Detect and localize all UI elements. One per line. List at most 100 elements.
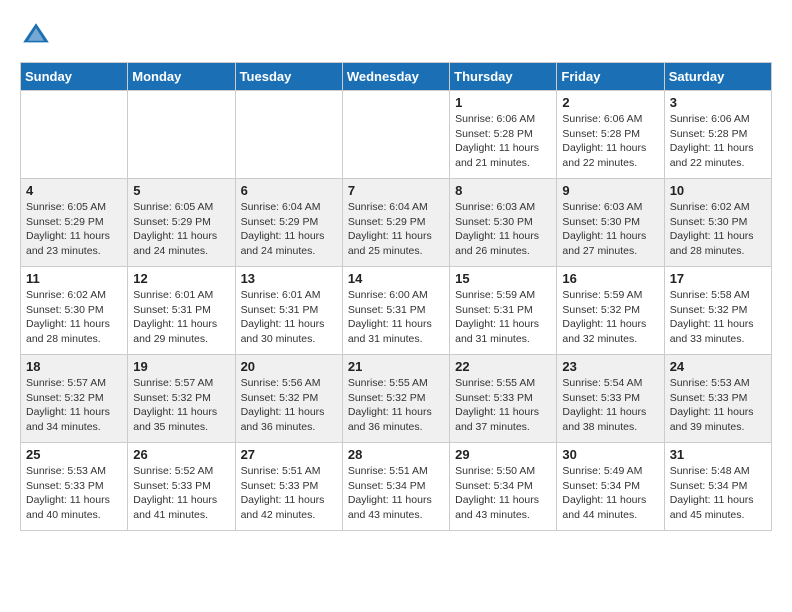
calendar-cell [235, 91, 342, 179]
day-number: 26 [133, 447, 229, 462]
day-number: 30 [562, 447, 658, 462]
day-info: Sunrise: 5:54 AM Sunset: 5:33 PM Dayligh… [562, 376, 658, 435]
weekday-header-monday: Monday [128, 63, 235, 91]
day-info: Sunrise: 6:04 AM Sunset: 5:29 PM Dayligh… [241, 200, 337, 259]
day-number: 24 [670, 359, 766, 374]
weekday-header-friday: Friday [557, 63, 664, 91]
day-info: Sunrise: 5:56 AM Sunset: 5:32 PM Dayligh… [241, 376, 337, 435]
day-info: Sunrise: 6:02 AM Sunset: 5:30 PM Dayligh… [670, 200, 766, 259]
calendar-cell: 29 Sunrise: 5:50 AM Sunset: 5:34 PM Dayli… [450, 443, 557, 531]
day-number: 4 [26, 183, 122, 198]
calendar-cell: 13Sunrise: 6:01 AM Sunset: 5:31 PM Dayli… [235, 267, 342, 355]
day-info: Sunrise: 5:51 AM Sunset: 5:34 PM Dayligh… [348, 464, 444, 523]
day-info: Sunrise: 6:03 AM Sunset: 5:30 PM Dayligh… [562, 200, 658, 259]
day-number: 20 [241, 359, 337, 374]
calendar-cell: 26 Sunrise: 5:52 AM Sunset: 5:33 PM Dayli… [128, 443, 235, 531]
day-info: Sunrise: 6:06 AM Sunset: 5:28 PM Dayligh… [455, 112, 551, 171]
day-number: 14 [348, 271, 444, 286]
day-info: Sunrise: 5:58 AM Sunset: 5:32 PM Dayligh… [670, 288, 766, 347]
weekday-header-tuesday: Tuesday [235, 63, 342, 91]
day-number: 16 [562, 271, 658, 286]
calendar-header: SundayMondayTuesdayWednesdayThursdayFrid… [21, 63, 772, 91]
day-number: 17 [670, 271, 766, 286]
calendar-cell: 15Sunrise: 5:59 AM Sunset: 5:31 PM Dayli… [450, 267, 557, 355]
calendar-cell: 11 Sunrise: 6:02 AM Sunset: 5:30 PM Dayli… [21, 267, 128, 355]
day-info: Sunrise: 5:53 AM Sunset: 5:33 PM Dayligh… [670, 376, 766, 435]
day-number: 12 [133, 271, 229, 286]
day-number: 5 [133, 183, 229, 198]
calendar-cell: 27 Sunrise: 5:51 AM Sunset: 5:33 PM Dayli… [235, 443, 342, 531]
calendar-week-row: 1 Sunrise: 6:06 AM Sunset: 5:28 PM Daylig… [21, 91, 772, 179]
calendar-cell [128, 91, 235, 179]
day-number: 29 [455, 447, 551, 462]
day-number: 9 [562, 183, 658, 198]
day-info: Sunrise: 6:06 AM Sunset: 5:28 PM Dayligh… [670, 112, 766, 171]
day-info: Sunrise: 6:04 AM Sunset: 5:29 PM Dayligh… [348, 200, 444, 259]
calendar-cell: 25 Sunrise: 5:53 AM Sunset: 5:33 PM Dayli… [21, 443, 128, 531]
calendar-cell: 16Sunrise: 5:59 AM Sunset: 5:32 PM Dayli… [557, 267, 664, 355]
calendar-cell: 3Sunrise: 6:06 AM Sunset: 5:28 PM Daylig… [664, 91, 771, 179]
weekday-header-row: SundayMondayTuesdayWednesdayThursdayFrid… [21, 63, 772, 91]
day-info: Sunrise: 5:53 AM Sunset: 5:33 PM Dayligh… [26, 464, 122, 523]
day-info: Sunrise: 5:52 AM Sunset: 5:33 PM Dayligh… [133, 464, 229, 523]
day-number: 1 [455, 95, 551, 110]
calendar-week-row: 25 Sunrise: 5:53 AM Sunset: 5:33 PM Dayli… [21, 443, 772, 531]
day-number: 31 [670, 447, 766, 462]
calendar-week-row: 4 Sunrise: 6:05 AM Sunset: 5:29 PM Daylig… [21, 179, 772, 267]
calendar-cell: 22Sunrise: 5:55 AM Sunset: 5:33 PM Dayli… [450, 355, 557, 443]
calendar-cell: 17 Sunrise: 5:58 AM Sunset: 5:32 PM Dayli… [664, 267, 771, 355]
day-info: Sunrise: 5:51 AM Sunset: 5:33 PM Dayligh… [241, 464, 337, 523]
day-info: Sunrise: 6:06 AM Sunset: 5:28 PM Dayligh… [562, 112, 658, 171]
day-number: 27 [241, 447, 337, 462]
calendar-cell: 28 Sunrise: 5:51 AM Sunset: 5:34 PM Dayli… [342, 443, 449, 531]
day-info: Sunrise: 6:02 AM Sunset: 5:30 PM Dayligh… [26, 288, 122, 347]
calendar-body: 1 Sunrise: 6:06 AM Sunset: 5:28 PM Daylig… [21, 91, 772, 531]
calendar-cell: 10 Sunrise: 6:02 AM Sunset: 5:30 PM Dayli… [664, 179, 771, 267]
calendar-table: SundayMondayTuesdayWednesdayThursdayFrid… [20, 62, 772, 531]
calendar-cell: 31 Sunrise: 5:48 AM Sunset: 5:34 PM Dayli… [664, 443, 771, 531]
day-number: 19 [133, 359, 229, 374]
calendar-cell: 19 Sunrise: 5:57 AM Sunset: 5:32 PM Dayli… [128, 355, 235, 443]
day-info: Sunrise: 5:55 AM Sunset: 5:32 PM Dayligh… [348, 376, 444, 435]
calendar-week-row: 11 Sunrise: 6:02 AM Sunset: 5:30 PM Dayli… [21, 267, 772, 355]
page-header [20, 20, 772, 52]
day-number: 25 [26, 447, 122, 462]
calendar-cell: 8 Sunrise: 6:03 AM Sunset: 5:30 PM Daylig… [450, 179, 557, 267]
day-info: Sunrise: 5:57 AM Sunset: 5:32 PM Dayligh… [133, 376, 229, 435]
calendar-week-row: 18 Sunrise: 5:57 AM Sunset: 5:32 PM Dayli… [21, 355, 772, 443]
day-info: Sunrise: 6:05 AM Sunset: 5:29 PM Dayligh… [26, 200, 122, 259]
calendar-cell: 21 Sunrise: 5:55 AM Sunset: 5:32 PM Dayli… [342, 355, 449, 443]
day-info: Sunrise: 5:57 AM Sunset: 5:32 PM Dayligh… [26, 376, 122, 435]
calendar-cell: 4 Sunrise: 6:05 AM Sunset: 5:29 PM Daylig… [21, 179, 128, 267]
day-info: Sunrise: 6:01 AM Sunset: 5:31 PM Dayligh… [241, 288, 337, 347]
weekday-header-sunday: Sunday [21, 63, 128, 91]
day-info: Sunrise: 6:00 AM Sunset: 5:31 PM Dayligh… [348, 288, 444, 347]
logo-icon [20, 20, 52, 52]
day-info: Sunrise: 5:50 AM Sunset: 5:34 PM Dayligh… [455, 464, 551, 523]
calendar-cell: 5Sunrise: 6:05 AM Sunset: 5:29 PM Daylig… [128, 179, 235, 267]
day-number: 6 [241, 183, 337, 198]
calendar-cell: 7Sunrise: 6:04 AM Sunset: 5:29 PM Daylig… [342, 179, 449, 267]
day-info: Sunrise: 5:48 AM Sunset: 5:34 PM Dayligh… [670, 464, 766, 523]
weekday-header-thursday: Thursday [450, 63, 557, 91]
calendar-cell: 9 Sunrise: 6:03 AM Sunset: 5:30 PM Daylig… [557, 179, 664, 267]
day-number: 8 [455, 183, 551, 198]
day-info: Sunrise: 6:03 AM Sunset: 5:30 PM Dayligh… [455, 200, 551, 259]
calendar-cell: 6 Sunrise: 6:04 AM Sunset: 5:29 PM Daylig… [235, 179, 342, 267]
calendar-cell: 20 Sunrise: 5:56 AM Sunset: 5:32 PM Dayli… [235, 355, 342, 443]
calendar-cell: 1 Sunrise: 6:06 AM Sunset: 5:28 PM Daylig… [450, 91, 557, 179]
day-number: 28 [348, 447, 444, 462]
day-info: Sunrise: 5:49 AM Sunset: 5:34 PM Dayligh… [562, 464, 658, 523]
day-number: 10 [670, 183, 766, 198]
calendar-cell [342, 91, 449, 179]
calendar-cell: 14 Sunrise: 6:00 AM Sunset: 5:31 PM Dayli… [342, 267, 449, 355]
calendar-cell: 12Sunrise: 6:01 AM Sunset: 5:31 PM Dayli… [128, 267, 235, 355]
day-number: 21 [348, 359, 444, 374]
day-number: 2 [562, 95, 658, 110]
day-number: 18 [26, 359, 122, 374]
weekday-header-saturday: Saturday [664, 63, 771, 91]
calendar-cell: 2 Sunrise: 6:06 AM Sunset: 5:28 PM Daylig… [557, 91, 664, 179]
calendar-cell: 30 Sunrise: 5:49 AM Sunset: 5:34 PM Dayli… [557, 443, 664, 531]
calendar-cell [21, 91, 128, 179]
day-number: 11 [26, 271, 122, 286]
